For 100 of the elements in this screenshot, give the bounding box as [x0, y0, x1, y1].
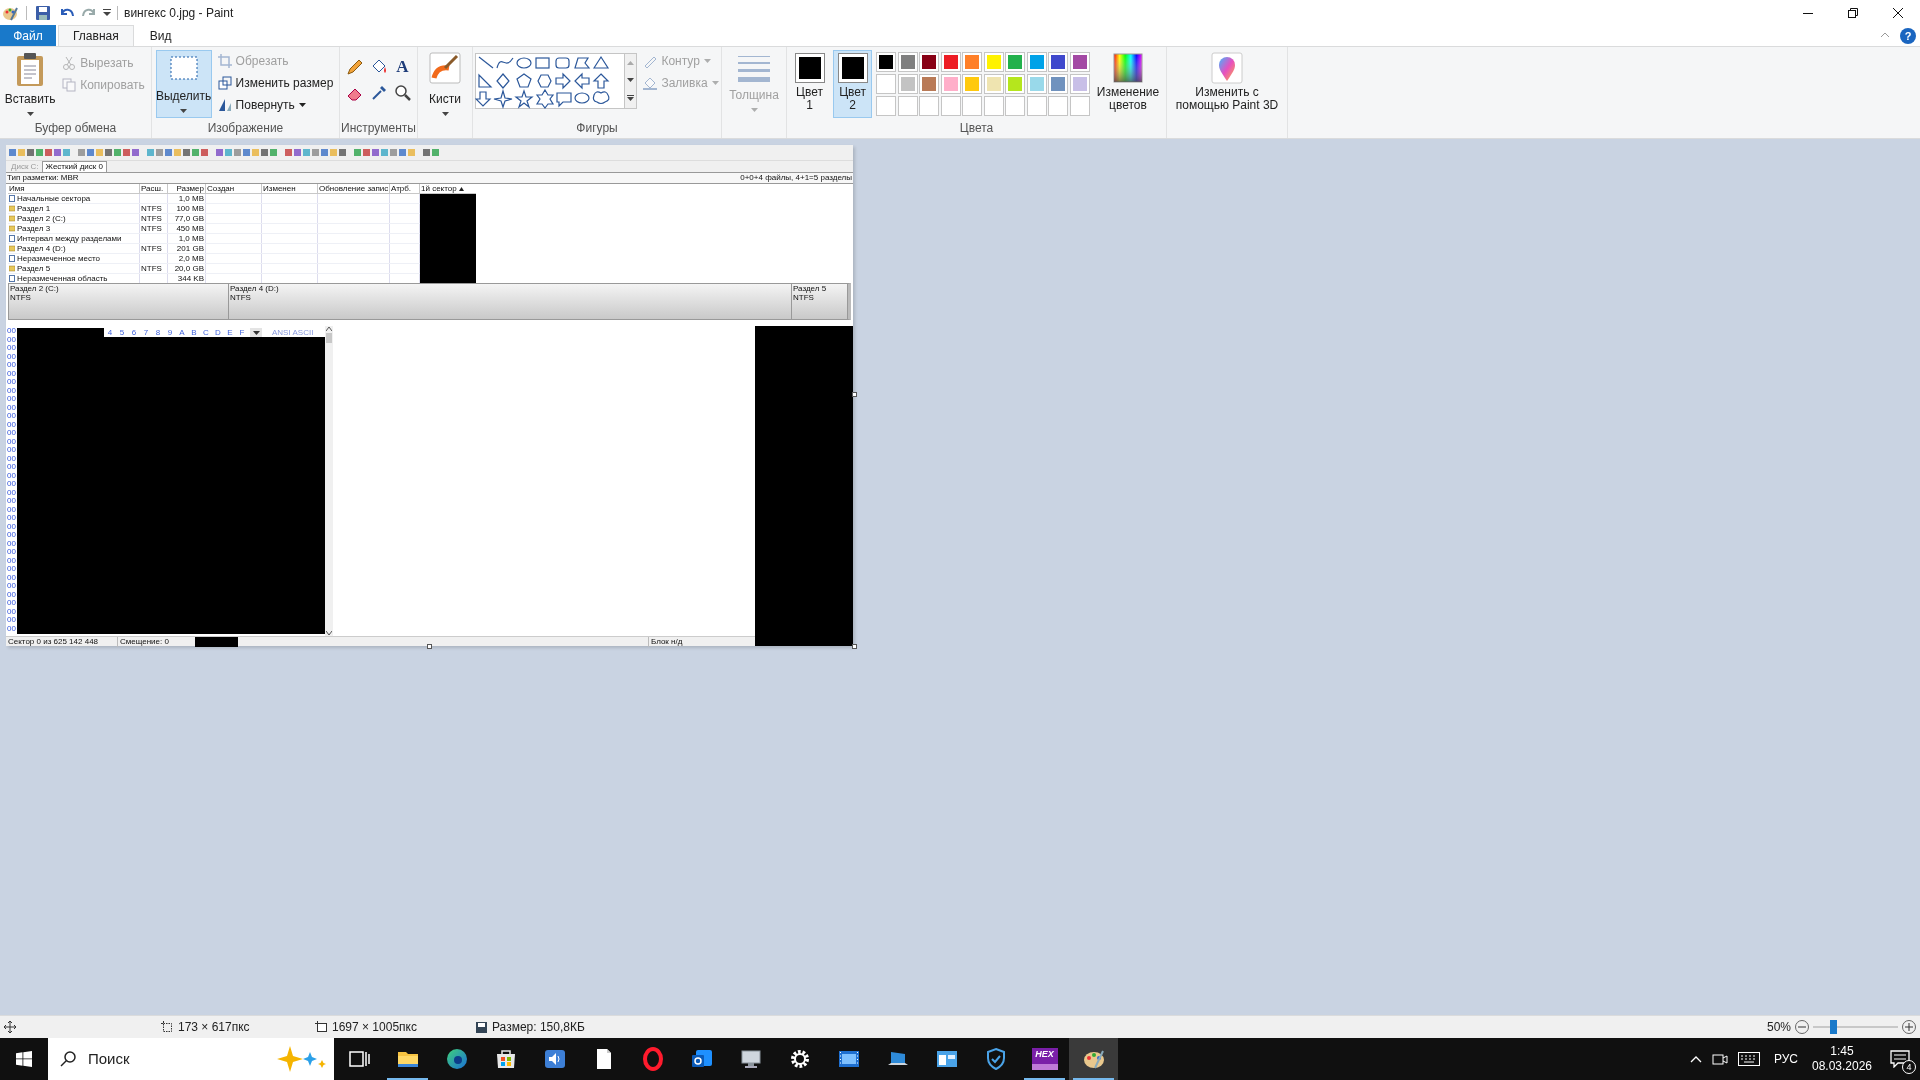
- help-button[interactable]: ?: [1900, 28, 1916, 44]
- language-indicator[interactable]: РУС: [1768, 1050, 1804, 1068]
- zoom-slider[interactable]: [1813, 1020, 1898, 1034]
- taskbar-button[interactable]: [1069, 1038, 1118, 1080]
- collapse-ribbon-icon[interactable]: [1880, 32, 1890, 38]
- column-header[interactable]: Изменен: [262, 184, 318, 193]
- taskbar-button[interactable]: HEX: [1020, 1038, 1069, 1080]
- palette-swatch[interactable]: [897, 52, 918, 72]
- resize-button[interactable]: Изменить размер: [215, 72, 336, 94]
- selection-size-label: 173 × 617пкс: [178, 1019, 251, 1036]
- table-cell: 1,0 MB: [168, 194, 206, 203]
- pencil-icon[interactable]: [345, 58, 364, 76]
- column-header[interactable]: Имя: [8, 184, 140, 193]
- offset-label: 00: [7, 463, 17, 472]
- select-button[interactable]: Выделить: [155, 50, 212, 118]
- brushes-button[interactable]: Кисти: [422, 50, 468, 118]
- menu-tab[interactable]: Файл: [0, 25, 56, 46]
- palette-swatch[interactable]: [897, 74, 918, 94]
- partition-block[interactable]: Раздел 5 NTFS: [792, 284, 848, 319]
- scroll-up-icon: [326, 327, 332, 331]
- column-header[interactable]: 1й сектор: [420, 183, 457, 194]
- table-cell: 20,0 GB: [168, 264, 206, 273]
- restore-icon: [1847, 7, 1858, 18]
- paint-3d-button[interactable]: Изменить с помощью Paint 3D: [1171, 50, 1283, 118]
- shape-gallery-drawing[interactable]: [475, 53, 626, 109]
- droplet-icon: [1211, 52, 1243, 84]
- keyboard-icon[interactable]: [1738, 1052, 1760, 1066]
- paint-bucket-icon: [643, 76, 658, 90]
- column-header[interactable]: Обновление запис: [318, 184, 390, 193]
- resize-handle[interactable]: [427, 644, 432, 649]
- resize-handle[interactable]: [852, 644, 857, 649]
- palette-swatch[interactable]: [1005, 52, 1026, 72]
- expand-gallery-icon[interactable]: [627, 95, 635, 102]
- table-cell: 201 GB: [168, 244, 206, 253]
- speaker-icon: [542, 1047, 567, 1071]
- column-header[interactable]: Создан: [206, 184, 262, 193]
- scroll-down-icon[interactable]: [627, 78, 635, 82]
- palette-swatch[interactable]: [940, 74, 961, 94]
- resize-handle[interactable]: [852, 392, 857, 397]
- caret-icon[interactable]: [103, 8, 111, 17]
- palette-swatch[interactable]: [1069, 74, 1090, 94]
- palette-swatch[interactable]: [983, 74, 1004, 94]
- table-cell: 77,0 GB: [168, 214, 206, 223]
- column-header[interactable]: Атрб.: [390, 184, 420, 193]
- clock[interactable]: 1:45 08.03.2026: [1804, 1044, 1880, 1074]
- search-field[interactable]: Поиск: [48, 1038, 334, 1080]
- rotate-button[interactable]: Повернуть: [215, 94, 297, 116]
- save-icon[interactable]: [35, 4, 51, 21]
- palette-swatch[interactable]: [1048, 52, 1069, 72]
- dropdown-button[interactable]: [250, 328, 262, 337]
- move-cursor-icon: [4, 1021, 16, 1033]
- palette-swatch[interactable]: [919, 74, 940, 94]
- scrollbar-thumb[interactable]: [326, 333, 332, 343]
- palette-swatch[interactable]: [876, 74, 897, 94]
- column-header[interactable]: Размер: [168, 184, 206, 193]
- column-header[interactable]: Расш.: [140, 184, 168, 193]
- palette-swatch[interactable]: [962, 74, 983, 94]
- offset-label: 00: [7, 480, 17, 489]
- offset-label: 00: [7, 582, 17, 591]
- sort-arrow-icon: [458, 186, 464, 191]
- menu-tab[interactable]: Вид: [135, 25, 186, 46]
- camera-icon[interactable]: [1712, 1051, 1728, 1067]
- zoom-in-button[interactable]: [1902, 1020, 1916, 1034]
- offset-label: 00: [7, 488, 17, 497]
- partition-block[interactable]: Раздел 4 (D:) NTFS: [229, 284, 792, 319]
- palette-swatch[interactable]: [1069, 52, 1090, 72]
- offset-label: 00: [7, 573, 17, 582]
- hex-column-label: F: [238, 328, 246, 337]
- palette-swatch[interactable]: [940, 52, 961, 72]
- palette-swatch[interactable]: [876, 52, 897, 72]
- offset-label: 00: [7, 454, 17, 463]
- palette-swatch[interactable]: [919, 52, 940, 72]
- color-selector-button[interactable]: Цвет 2: [833, 50, 873, 118]
- palette-swatch[interactable]: [962, 52, 983, 72]
- palette-swatch[interactable]: [1026, 52, 1047, 72]
- palette-swatch[interactable]: [1026, 74, 1047, 94]
- magnifier-icon[interactable]: [393, 84, 412, 102]
- table-cell: Интервал между разделами: [17, 233, 122, 244]
- notifications-button[interactable]: 4: [1880, 1038, 1920, 1080]
- text-tool-button[interactable]: A: [393, 58, 412, 76]
- file-system-label: NTFS: [10, 293, 32, 302]
- chevron-up-icon[interactable]: [1690, 1055, 1702, 1063]
- line-thickness-icon: [738, 54, 770, 82]
- offset-label: 00: [7, 335, 17, 344]
- offset-label: 00: [7, 497, 17, 506]
- palette-swatch[interactable]: [983, 52, 1004, 72]
- paste-button[interactable]: Вставить: [4, 50, 57, 118]
- scrollbar[interactable]: [325, 326, 333, 636]
- offset-label: 00: [7, 395, 17, 404]
- color-selector-button[interactable]: Цвет 1: [790, 50, 830, 118]
- ring-icon: [640, 1047, 665, 1071]
- menu-tab[interactable]: Главная: [58, 25, 134, 46]
- partition-block[interactable]: Раздел 2 (C:) NTFS: [9, 284, 229, 319]
- hex-column-label: 9: [166, 328, 174, 337]
- window-title: вингекс 0.jpg - Paint: [124, 4, 234, 22]
- disk-tab[interactable]: Жесткий диск 0: [41, 161, 107, 172]
- palette-swatch[interactable]: [1048, 74, 1069, 94]
- hex-column-label: A: [178, 328, 186, 337]
- edit-colors-button[interactable]: Изменение цветов: [1093, 50, 1163, 118]
- palette-swatch[interactable]: [1005, 74, 1026, 94]
